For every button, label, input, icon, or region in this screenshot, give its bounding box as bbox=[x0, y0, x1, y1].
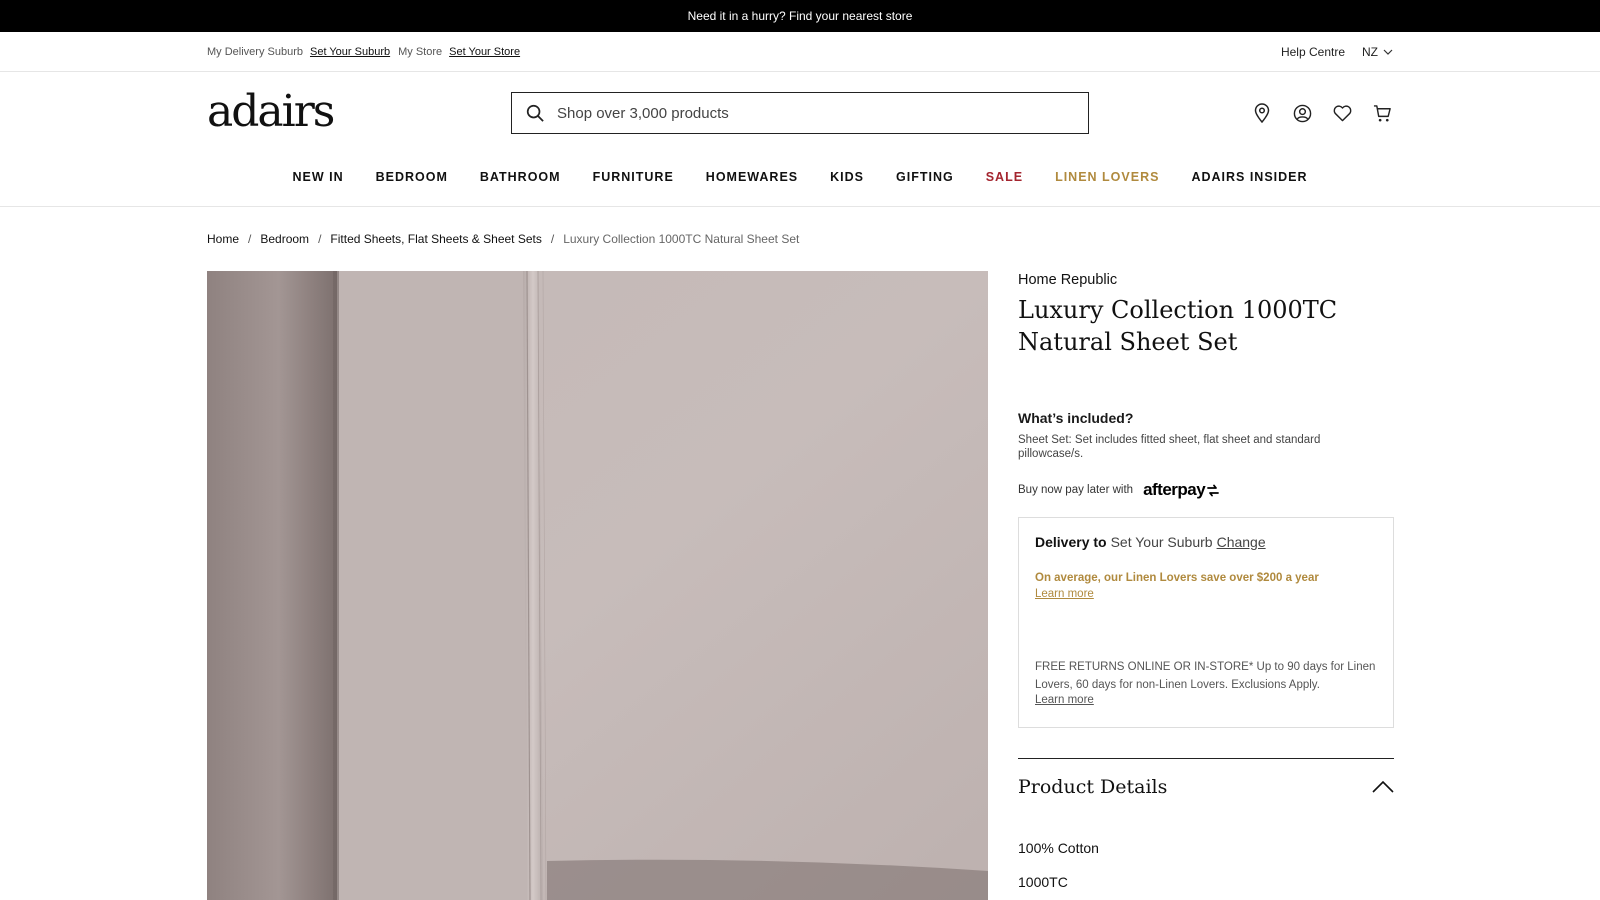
spec-thread-count: 1000TC bbox=[1018, 874, 1068, 890]
afterpay-wordmark: afterpay bbox=[1143, 480, 1206, 499]
country-selector[interactable]: NZ bbox=[1362, 45, 1393, 59]
product-title-line2: Natural Sheet Set bbox=[1018, 328, 1238, 356]
delivery-box: Delivery to Set Your Suburb Change On av… bbox=[1018, 517, 1394, 728]
whats-included-heading: What’s included? bbox=[1018, 410, 1134, 426]
search-icon bbox=[526, 104, 544, 122]
utility-right: Help Centre NZ bbox=[1281, 32, 1393, 72]
utility-bar: My Delivery Suburb Set Your Suburb My St… bbox=[0, 32, 1600, 72]
chevron-down-icon bbox=[1383, 49, 1393, 55]
delivery-line: Delivery to Set Your Suburb Change bbox=[1035, 534, 1377, 550]
breadcrumb: Home / Bedroom / Fitted Sheets, Flat She… bbox=[207, 232, 799, 246]
product-details-toggle[interactable]: Product Details bbox=[1018, 758, 1394, 814]
linen-lovers-savings: On average, our Linen Lovers save over $… bbox=[1035, 572, 1319, 584]
afterpay-arrows-icon bbox=[1207, 484, 1220, 496]
product-title: Luxury Collection 1000TC Natural Sheet S… bbox=[1018, 294, 1394, 358]
store-settings: My Delivery Suburb Set Your Suburb My St… bbox=[207, 32, 528, 72]
promo-bar[interactable]: Need it in a hurry? Find your nearest st… bbox=[0, 0, 1600, 32]
country-code: NZ bbox=[1362, 45, 1378, 59]
search-bar[interactable] bbox=[511, 92, 1089, 134]
product-image[interactable] bbox=[207, 271, 988, 900]
linen-lovers-learn-more[interactable]: Learn more bbox=[1035, 588, 1094, 600]
site-header: adairs bbox=[0, 72, 1600, 152]
chevron-up-icon bbox=[1372, 780, 1394, 793]
nav-bedroom[interactable]: BEDROOM bbox=[376, 170, 448, 184]
breadcrumb-bedroom[interactable]: Bedroom bbox=[260, 232, 309, 246]
product-details-heading: Product Details bbox=[1018, 775, 1168, 798]
spec-material: 100% Cotton bbox=[1018, 840, 1099, 856]
main-nav: NEW IN BEDROOM BATHROOM FURNITURE HOMEWA… bbox=[0, 152, 1600, 207]
sheet-photo bbox=[207, 271, 988, 900]
breadcrumb-home[interactable]: Home bbox=[207, 232, 239, 246]
nav-gifting[interactable]: GIFTING bbox=[896, 170, 954, 184]
heart-icon[interactable] bbox=[1331, 102, 1353, 124]
nav-homewares[interactable]: HOMEWARES bbox=[706, 170, 798, 184]
nav-kids[interactable]: KIDS bbox=[830, 170, 864, 184]
returns-learn-more[interactable]: Learn more bbox=[1035, 694, 1094, 706]
cart-icon[interactable] bbox=[1371, 102, 1393, 124]
returns-info: FREE RETURNS ONLINE OR IN-STORE* Up to 9… bbox=[1035, 661, 1376, 691]
breadcrumb-current: Luxury Collection 1000TC Natural Sheet S… bbox=[563, 232, 800, 246]
product-title-line1: Luxury Collection 1000TC bbox=[1018, 296, 1338, 324]
delivery-suburb: Set Your Suburb bbox=[1110, 534, 1213, 550]
nav-sale[interactable]: SALE bbox=[986, 170, 1023, 184]
header-icons bbox=[1233, 102, 1393, 124]
location-pin-icon[interactable] bbox=[1251, 102, 1273, 124]
delivery-label: Delivery to bbox=[1035, 534, 1107, 550]
delivery-suburb-label: My Delivery Suburb bbox=[207, 46, 303, 58]
product-brand[interactable]: Home Republic bbox=[1018, 272, 1394, 288]
site-logo[interactable]: adairs bbox=[207, 86, 335, 138]
afterpay-row: Buy now pay later with afterpay bbox=[1018, 480, 1221, 500]
breadcrumb-sheets[interactable]: Fitted Sheets, Flat Sheets & Sheet Sets bbox=[330, 232, 541, 246]
set-suburb-link[interactable]: Set Your Suburb bbox=[310, 46, 390, 58]
afterpay-logo[interactable]: afterpay bbox=[1143, 480, 1221, 500]
help-centre-link[interactable]: Help Centre bbox=[1281, 45, 1345, 59]
my-store-label: My Store bbox=[398, 46, 443, 58]
nav-new-in[interactable]: NEW IN bbox=[292, 170, 343, 184]
nav-linen-lovers[interactable]: LINEN LOVERS bbox=[1055, 170, 1159, 184]
change-suburb-link[interactable]: Change bbox=[1217, 534, 1266, 550]
search-input[interactable] bbox=[557, 104, 1037, 122]
nav-bathroom[interactable]: BATHROOM bbox=[480, 170, 561, 184]
nav-furniture[interactable]: FURNITURE bbox=[593, 170, 674, 184]
breadcrumb-separator: / bbox=[318, 232, 322, 246]
product-info: Home Republic Luxury Collection 1000TC N… bbox=[1018, 271, 1394, 890]
promo-text[interactable]: Need it in a hurry? Find your nearest st… bbox=[688, 9, 913, 23]
whats-included-text: Sheet Set: Set includes fitted sheet, fl… bbox=[1018, 434, 1321, 460]
breadcrumb-separator: / bbox=[248, 232, 252, 246]
set-store-link[interactable]: Set Your Store bbox=[449, 46, 520, 58]
afterpay-text: Buy now pay later with bbox=[1018, 484, 1134, 496]
nav-adairs-insider[interactable]: ADAIRS INSIDER bbox=[1191, 170, 1307, 184]
account-icon[interactable] bbox=[1291, 102, 1313, 124]
breadcrumb-separator: / bbox=[550, 232, 555, 246]
